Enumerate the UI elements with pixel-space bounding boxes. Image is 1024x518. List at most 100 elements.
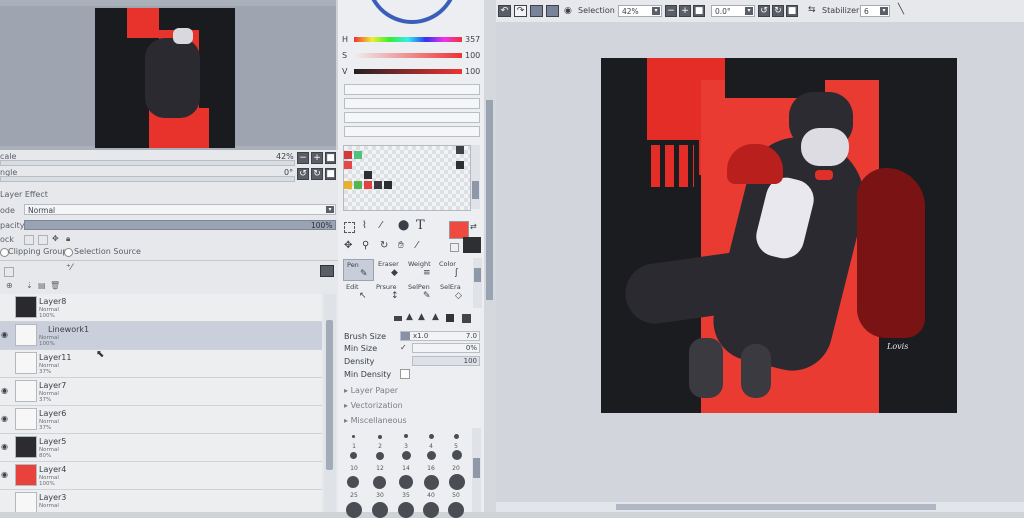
layer-row-layer7[interactable]: ◉ Layer7 Normal 37%	[0, 378, 322, 406]
delete-layer-icon[interactable]: 🗑︎	[50, 281, 60, 290]
section-vectorization[interactable]: ▸ Vectorization	[344, 401, 403, 410]
brush-shape-flat[interactable]	[394, 316, 402, 321]
lock-transparency-icon[interactable]	[24, 235, 34, 245]
new-folder-icon[interactable]: ⁺⁄	[66, 263, 72, 273]
saturation-slider[interactable]	[354, 53, 462, 58]
deselect-button[interactable]	[530, 5, 543, 17]
angle-select[interactable]: 0.0° ▾	[711, 5, 755, 17]
tool-scrollbar[interactable]	[473, 258, 482, 308]
new-layer-icon[interactable]	[4, 267, 14, 277]
swatch[interactable]	[374, 181, 382, 189]
lock-paint-icon[interactable]	[38, 235, 48, 245]
brush-size-scrollbar[interactable]	[472, 428, 481, 512]
text-tool-icon[interactable]: T	[416, 218, 428, 233]
brush-size-dot[interactable]	[398, 502, 414, 518]
move-icon[interactable]: ⬤	[398, 220, 410, 232]
brush-size-dot[interactable]	[402, 451, 411, 460]
brush-size-dot[interactable]	[404, 434, 408, 438]
brush-size-dot[interactable]	[454, 434, 459, 439]
color-slot-row[interactable]	[344, 98, 480, 109]
min-size-slider[interactable]: 0%	[412, 343, 480, 353]
toolbar-zoom-out-button[interactable]: −	[665, 5, 677, 17]
brush-shape-square[interactable]	[446, 314, 454, 322]
clear-layer-icon[interactable]: ▤	[38, 281, 46, 290]
brush-size-dot[interactable]	[347, 476, 359, 488]
mode-select[interactable]: Normal ▾	[24, 204, 336, 215]
layer-row-layer4[interactable]: ◉ Layer4 Normal 100%	[0, 462, 322, 490]
brush-size-dot[interactable]	[424, 475, 439, 490]
layer-row-linework1[interactable]: ◉ Linework1 Normal 100%	[0, 322, 322, 350]
eye-icon[interactable]: ◉	[1, 442, 11, 451]
secondary-color-box[interactable]	[463, 237, 481, 253]
brush-size-dot[interactable]	[423, 502, 439, 518]
panel-menu-icon[interactable]	[320, 265, 334, 277]
layer-list-scrollbar[interactable]	[324, 294, 336, 512]
swatch[interactable]	[354, 181, 362, 189]
brush-size-dot[interactable]	[352, 435, 355, 438]
tool-edit[interactable]: Edit ↖	[343, 282, 374, 304]
rotate-reset-button[interactable]: ■	[325, 168, 336, 180]
eye-icon[interactable]: ◉	[1, 330, 11, 339]
swap-colors-icon[interactable]: ⇄	[470, 222, 477, 231]
min-density-checkbox[interactable]	[400, 369, 410, 379]
swatch[interactable]	[364, 171, 372, 179]
brush-size-dot[interactable]	[448, 502, 464, 518]
move-tool-icon[interactable]: ✥	[344, 240, 356, 252]
transparent-color-icon[interactable]	[450, 243, 459, 252]
swatch-scrollbar[interactable]	[471, 145, 480, 209]
brush-size-dot[interactable]	[346, 502, 362, 518]
brush-shape-tri3[interactable]: ▲	[432, 312, 439, 322]
brush-shape-tri1[interactable]: ▲	[406, 312, 413, 322]
navigator-preview[interactable]	[95, 8, 235, 148]
brush-size-dot[interactable]	[350, 452, 357, 459]
brush-size-slider[interactable]: x1.0 7.0	[400, 331, 480, 341]
merge-layer-icon[interactable]: ⇣	[26, 281, 33, 290]
swatch[interactable]	[456, 161, 464, 169]
brush-size-dot[interactable]	[449, 474, 465, 490]
layer-row-layer11[interactable]: Layer11 Normal 37%	[0, 350, 322, 378]
zoom-in-button[interactable]: +	[311, 152, 323, 164]
brush-size-dot[interactable]	[427, 451, 436, 460]
swatch[interactable]	[344, 151, 352, 159]
angle-slider[interactable]	[0, 176, 295, 182]
brush-shape-square2[interactable]	[462, 314, 471, 323]
swatch[interactable]	[384, 181, 392, 189]
brush-size-dot[interactable]	[399, 475, 413, 489]
opacity-slider[interactable]	[24, 220, 336, 230]
min-size-checkbox[interactable]: ✓	[400, 344, 408, 352]
section-miscellaneous[interactable]: ▸ Miscellaneous	[344, 416, 407, 425]
scrollbar-thumb[interactable]	[326, 320, 333, 470]
value-slider[interactable]	[354, 69, 462, 74]
line-tool-icon[interactable]: ╲	[898, 4, 904, 15]
swatch[interactable]	[364, 181, 372, 189]
panel-divider[interactable]	[484, 0, 496, 512]
tool-color[interactable]: Color ʃ	[439, 259, 470, 281]
toolbar-zoom-in-button[interactable]: +	[679, 5, 691, 17]
section-layer-paper[interactable]: ▸ Layer Paper	[344, 386, 398, 395]
size-multiplier-dropdown[interactable]	[401, 332, 410, 340]
layer-row-layer3[interactable]: Layer3 Normal	[0, 490, 322, 512]
invert-selection-button[interactable]	[546, 5, 559, 17]
tool-selera[interactable]: SelEra ◇	[439, 282, 470, 304]
brush-size-dot[interactable]	[376, 452, 384, 460]
selection-source-checkbox[interactable]	[64, 248, 73, 257]
brush-size-dot[interactable]	[378, 435, 382, 439]
zoom-reset-button[interactable]: ■	[325, 152, 336, 164]
toolbar-rotate-right-button[interactable]: ↻	[772, 5, 784, 17]
tool-pen[interactable]: Pen ✎	[343, 259, 374, 281]
stabilizer-select[interactable]: 6 ▾	[860, 5, 890, 17]
tool-pressure[interactable]: Prsure ↕	[375, 282, 406, 304]
brush-size-dot[interactable]	[429, 434, 434, 439]
color-slot-row[interactable]	[344, 84, 480, 95]
swatch[interactable]	[344, 161, 352, 169]
rect-select-icon[interactable]	[344, 222, 355, 233]
rotate-icon[interactable]: ↻	[380, 240, 392, 252]
zoom-select[interactable]: 42% ▾	[618, 5, 662, 17]
toolbar-rotate-reset-button[interactable]: ■	[786, 5, 798, 17]
rotate-right-button[interactable]: ↻	[311, 168, 323, 180]
color-slot-row[interactable]	[344, 126, 480, 137]
hue-slider[interactable]	[354, 37, 462, 42]
brush-shape-tri2[interactable]: ▲	[418, 312, 425, 322]
hand-icon[interactable]: ✋︎	[398, 240, 410, 252]
scale-slider[interactable]	[0, 160, 295, 166]
